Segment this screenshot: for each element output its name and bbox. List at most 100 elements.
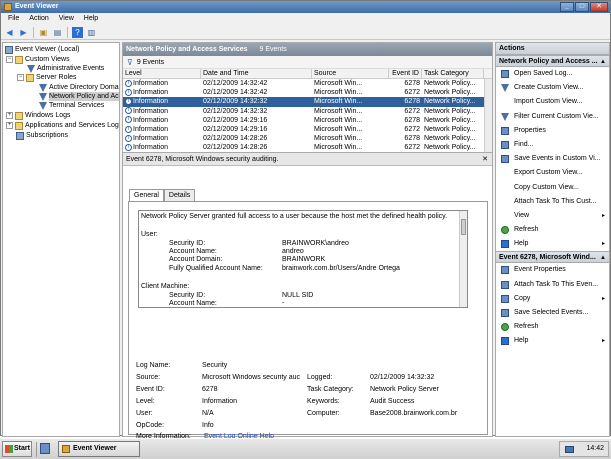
log-name-label: Log Name:	[136, 362, 171, 369]
action-item[interactable]: Event Properties	[496, 263, 609, 277]
action-item[interactable]: Refresh	[496, 320, 609, 334]
action-item[interactable]: Filter Current Custom Vie...	[496, 110, 609, 124]
show-hide-action-pane-icon[interactable]: ▥	[86, 27, 97, 38]
row-task-category: Network Policy...	[424, 80, 476, 87]
tree-item-administrative-events[interactable]: Administrative Events	[27, 64, 104, 73]
column-task-category[interactable]: Task Category	[422, 69, 484, 78]
column-event-id[interactable]: Event ID	[389, 69, 422, 78]
action-item[interactable]: Attach Task To This Cust...	[496, 195, 609, 209]
show-hide-tree-icon[interactable]: ▤	[52, 27, 63, 38]
action-item[interactable]: Properties	[496, 124, 609, 138]
forward-icon[interactable]: ▶	[18, 27, 29, 38]
close-button[interactable]: ✕	[590, 2, 608, 12]
expand-icon[interactable]: +	[6, 122, 13, 129]
action-item[interactable]: Open Saved Log...	[496, 67, 609, 81]
action-item[interactable]: Copy Custom View...	[496, 181, 609, 195]
column-level[interactable]: Level	[123, 69, 201, 78]
expand-icon[interactable]: +	[6, 112, 13, 119]
tree-item-subscriptions[interactable]: Subscriptions	[16, 131, 68, 140]
collapse-up-icon[interactable]: ▲	[600, 252, 606, 262]
tree-item-event-viewer-local[interactable]: Event Viewer (Local)	[5, 45, 79, 54]
action-item[interactable]: Save Selected Events...	[496, 306, 609, 320]
network-icon[interactable]	[565, 446, 574, 453]
table-row[interactable]: i Information 02/12/2009 14:29:16 Microsoft…	[123, 116, 492, 125]
table-row[interactable]: i Information 02/12/2009 14:32:32 Microsoft…	[123, 107, 492, 116]
table-row[interactable]: i Information 02/12/2009 14:32:42 Microsoft…	[123, 88, 492, 97]
action-item[interactable]: Save Events in Custom Vi...	[496, 152, 609, 166]
action-item[interactable]: Help ▸	[496, 237, 609, 251]
table-row[interactable]: i Information 02/12/2009 14:32:42 Microsoft…	[123, 79, 492, 88]
tab-general[interactable]: General	[129, 189, 164, 201]
action-label: Attach Task To This Cust...	[514, 197, 597, 205]
menu-view[interactable]: View	[54, 13, 79, 25]
help-icon	[501, 240, 509, 249]
column-date-time[interactable]: Date and Time	[201, 69, 312, 78]
start-button[interactable]: Start	[2, 441, 32, 457]
message-user-field-value: brainwork.com.br/Users/Andre Ortega	[282, 265, 400, 272]
action-label: Create Custom View...	[514, 84, 584, 92]
message-scrollbar[interactable]	[459, 211, 467, 307]
scroll-thumb[interactable]	[461, 219, 466, 235]
maximize-button[interactable]: □	[575, 2, 589, 12]
tree-item-applications-and-services-logs[interactable]: + Applications and Services Logs	[6, 121, 119, 130]
menu-file[interactable]: File	[3, 13, 24, 25]
taskbar-event-viewer[interactable]: Event Viewer	[58, 441, 140, 457]
action-item[interactable]: Create Custom View...	[496, 81, 609, 95]
action-item[interactable]: Find...	[496, 138, 609, 152]
table-row[interactable]: i Information 02/12/2009 14:28:26 Microsoft…	[123, 134, 492, 143]
action-item[interactable]: Help ▸	[496, 334, 609, 348]
row-task-category: Network Policy...	[424, 125, 476, 133]
action-item[interactable]: Export Custom View...	[496, 166, 609, 180]
row-event-id: 6272	[404, 107, 420, 115]
row-level-text: Information	[133, 89, 169, 97]
actions-section-event[interactable]: Event 6278, Microsoft Wind... ▲	[496, 251, 609, 264]
actions-section-log[interactable]: Network Policy and Access ... ▲	[496, 55, 609, 67]
tree-item-server-roles[interactable]: − Server Roles	[17, 73, 76, 82]
table-row[interactable]: i Information 02/12/2009 14:28:26 Microsoft…	[123, 143, 492, 152]
event-message-box[interactable]: Network Policy Server granted full acces…	[138, 210, 468, 308]
detail-tabs: General Details	[129, 189, 196, 201]
clock[interactable]: 14:42	[586, 445, 604, 452]
action-item[interactable]: Copy ▸	[496, 292, 609, 306]
minimize-button[interactable]: _	[560, 2, 574, 12]
blank-icon	[501, 184, 509, 192]
grid-scrollbar[interactable]	[484, 79, 492, 152]
menu-bar: File Action View Help	[1, 13, 610, 25]
row-level-text: Information	[133, 80, 169, 87]
table-row[interactable]: i Information 02/12/2009 14:29:16 Microsoft…	[123, 125, 492, 134]
keywords-value: Audit Success	[370, 398, 415, 405]
tree-item-terminal-services[interactable]: Terminal Services	[39, 101, 104, 110]
action-item[interactable]: Refresh	[496, 223, 609, 237]
collapse-icon[interactable]: −	[6, 56, 13, 63]
grid-header: Level Date and Time Source Event ID Task…	[123, 69, 492, 79]
message-client-field-label: Account Name:	[169, 300, 217, 307]
log-title: Network Policy and Access Services	[126, 46, 248, 53]
menu-help[interactable]: Help	[79, 13, 103, 25]
collapse-up-icon[interactable]: ▲	[600, 56, 606, 66]
action-label: Event Properties	[514, 266, 566, 274]
tab-details[interactable]: Details	[163, 189, 196, 201]
action-icon	[501, 266, 509, 275]
action-item[interactable]: View ▸	[496, 209, 609, 223]
tree-item-active-directory-domain[interactable]: Active Directory Domain	[39, 83, 119, 92]
close-icon[interactable]: ✕	[482, 153, 488, 166]
collapse-icon[interactable]: −	[17, 74, 24, 81]
table-row[interactable]: i Information 02/12/2009 14:32:32 Microsoft…	[123, 97, 492, 107]
action-label: Refresh	[514, 323, 539, 331]
tree-item-custom-views[interactable]: − Custom Views	[6, 55, 70, 64]
help-icon[interactable]: ?	[72, 26, 83, 38]
action-item[interactable]: Attach Task To This Even...	[496, 278, 609, 292]
up-folder-icon[interactable]: ▣	[38, 27, 49, 38]
column-source[interactable]: Source	[312, 69, 389, 78]
information-icon: i	[125, 98, 132, 106]
server-manager-icon[interactable]	[40, 443, 50, 454]
row-level: i Information	[123, 125, 201, 134]
back-icon[interactable]: ◀	[4, 27, 15, 38]
tree-item-network-policy-and-access[interactable]: Network Policy and Acc	[39, 92, 119, 101]
title-bar[interactable]: Event Viewer _ □ ✕	[1, 1, 610, 13]
row-event-id: 6272	[404, 89, 420, 97]
menu-action[interactable]: Action	[24, 13, 53, 25]
filter-icon	[501, 112, 509, 121]
tree-item-windows-logs[interactable]: + Windows Logs	[6, 111, 71, 120]
action-item[interactable]: Import Custom View...	[496, 95, 609, 109]
